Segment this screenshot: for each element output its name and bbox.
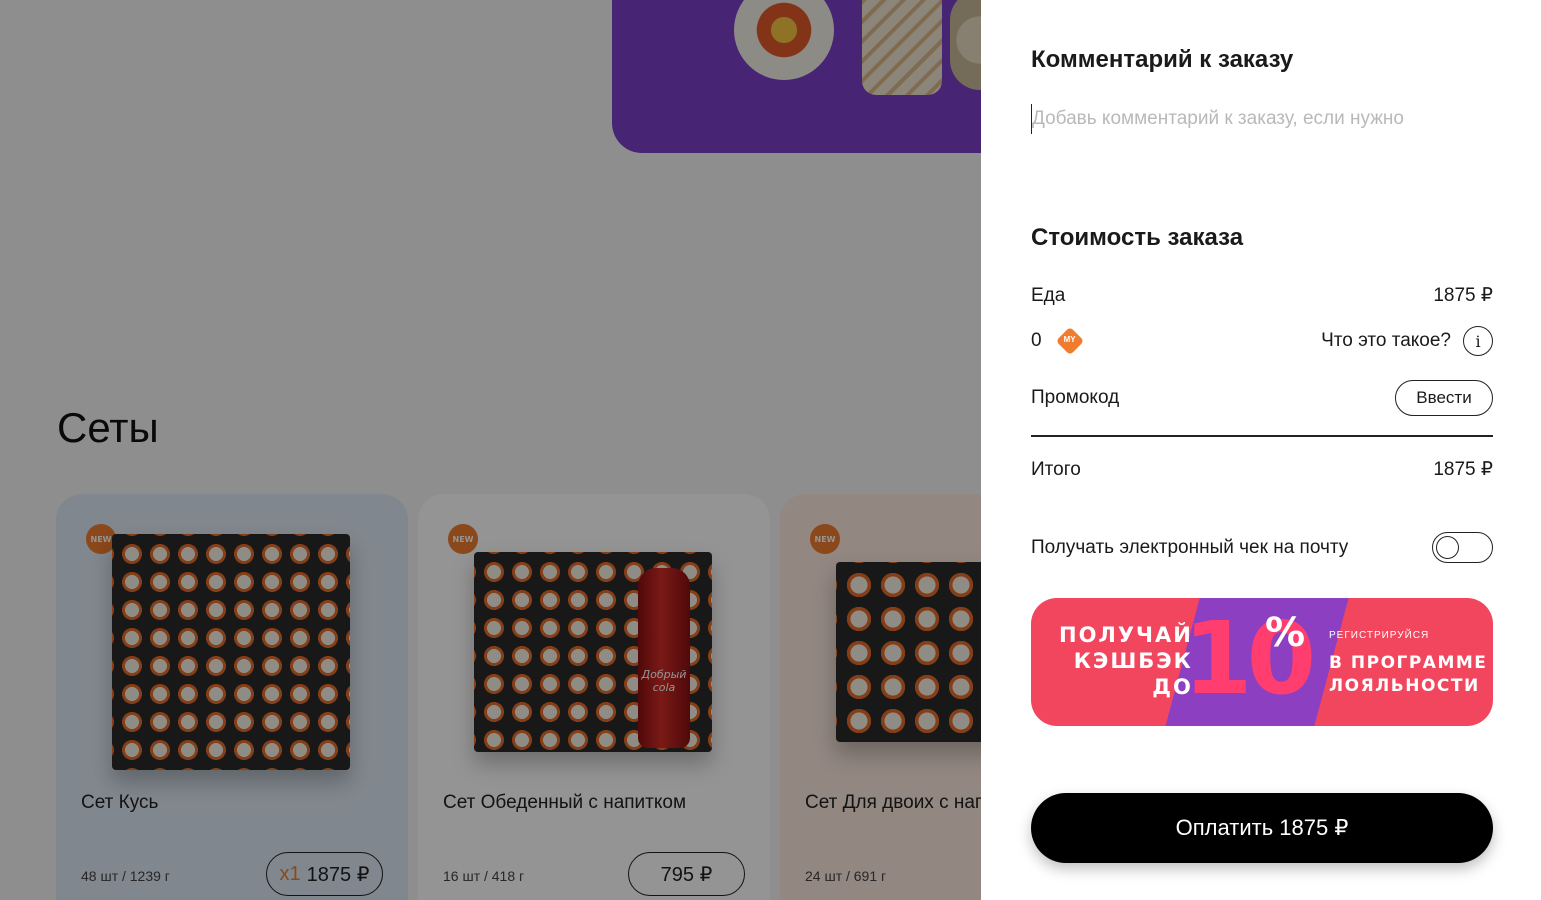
receipt-row: Получать электронный чек на почту <box>1031 532 1493 563</box>
banner-percent: % <box>1265 610 1306 656</box>
receipt-label: Получать электронный чек на почту <box>1031 536 1349 558</box>
modal-backdrop[interactable] <box>0 0 981 900</box>
cost-title: Стоимость заказа <box>1031 224 1244 251</box>
info-icon[interactable]: i <box>1463 326 1493 356</box>
points-balance: 0 MY <box>1031 327 1084 355</box>
food-label: Еда <box>1031 284 1066 306</box>
total-label: Итого <box>1031 458 1081 480</box>
food-row: Еда 1875 ₽ <box>1031 284 1493 307</box>
order-panel: Комментарий к заказу Стоимость заказа Ед… <box>981 0 1541 900</box>
total-row: Итого 1875 ₽ <box>1031 458 1493 481</box>
comment-input[interactable] <box>1031 104 1491 134</box>
points-value: 0 <box>1031 330 1042 351</box>
toggle-knob <box>1436 536 1459 559</box>
enter-promo-button[interactable]: Ввести <box>1395 380 1493 416</box>
background-page: Сеты NEW Сет Кусь 48 шт / 1239 г x1 1875… <box>0 0 981 900</box>
banner-left-text: ПОЛУЧАЙ КЭШБЭК ДО <box>1059 623 1193 699</box>
cashback-banner[interactable]: ПОЛУЧАЙ КЭШБЭК ДО 10 % РЕГИСТРИРУЙСЯ В П… <box>1031 598 1493 726</box>
coin-icon: MY <box>1056 327 1084 355</box>
receipt-toggle[interactable] <box>1432 532 1493 563</box>
pay-button[interactable]: Оплатить 1875 ₽ <box>1031 793 1493 863</box>
promo-label: Промокод <box>1031 387 1120 408</box>
food-value: 1875 ₽ <box>1433 285 1493 306</box>
points-row: 0 MY Что это такое? i <box>1031 326 1493 356</box>
points-help-label[interactable]: Что это такое? <box>1321 330 1451 352</box>
divider <box>1031 435 1493 437</box>
promo-row: Промокод Ввести <box>1031 380 1493 416</box>
total-value: 1875 ₽ <box>1433 459 1493 480</box>
banner-right-text: В ПРОГРАММЕ ЛОЯЛЬНОСТИ <box>1329 653 1488 696</box>
banner-small-text: РЕГИСТРИРУЙСЯ <box>1329 630 1430 641</box>
comment-title: Комментарий к заказу <box>1031 46 1294 73</box>
points-help[interactable]: Что это такое? i <box>1321 326 1493 356</box>
